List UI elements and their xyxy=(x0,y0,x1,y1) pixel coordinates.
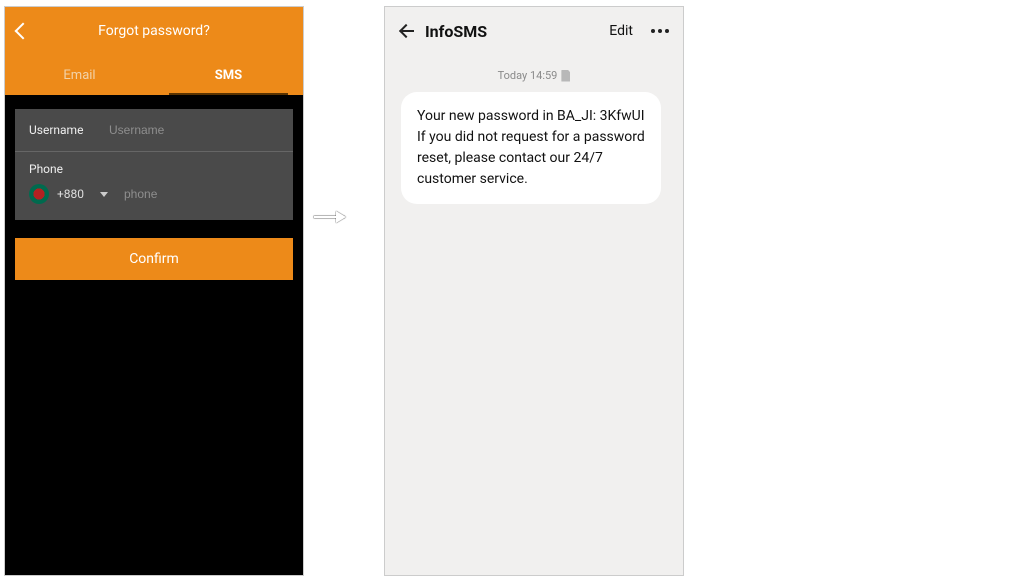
sms-inbox-screen: InfoSMS Edit Today 14:59 Your new passwo… xyxy=(384,6,684,576)
flow-arrow-icon xyxy=(314,216,354,218)
sms-message-bubble: Your new password in BA_JI: 3KfwUI If yo… xyxy=(401,92,661,204)
sms-header: InfoSMS Edit xyxy=(385,7,683,55)
sms-timestamp-row: Today 14:59 xyxy=(385,55,683,88)
username-input[interactable] xyxy=(109,123,279,137)
flag-bangladesh-icon[interactable] xyxy=(29,184,49,204)
phone-input[interactable] xyxy=(124,187,279,201)
sms-timestamp: Today 14:59 xyxy=(498,69,558,82)
dial-code: +880 xyxy=(57,187,84,201)
edit-button[interactable]: Edit xyxy=(609,23,633,39)
auth-method-tabs: Email SMS xyxy=(5,55,303,95)
sms-sender-title: InfoSMS xyxy=(425,22,599,41)
forgot-password-screen: Forgot password? Email SMS Username Phon… xyxy=(4,6,304,576)
page-title: Forgot password? xyxy=(5,23,303,39)
forgot-form: Username Phone +880 xyxy=(15,109,293,220)
forgot-header: Forgot password? xyxy=(5,7,303,55)
tab-sms[interactable]: SMS xyxy=(154,55,303,95)
back-arrow-icon[interactable] xyxy=(399,23,415,39)
more-options-icon[interactable] xyxy=(651,29,669,33)
tab-email[interactable]: Email xyxy=(5,55,154,95)
username-row: Username xyxy=(15,109,293,152)
sim-card-icon xyxy=(561,70,570,82)
chevron-down-icon[interactable] xyxy=(100,192,108,197)
username-label: Username xyxy=(29,123,109,137)
phone-row: +880 xyxy=(15,176,293,204)
phone-label: Phone xyxy=(15,152,293,176)
confirm-button[interactable]: Confirm xyxy=(15,238,293,280)
